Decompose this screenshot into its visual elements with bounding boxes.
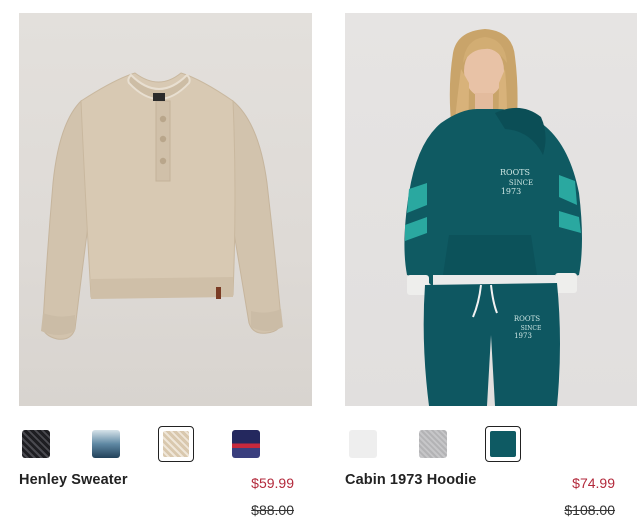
product-name[interactable]: Henley Sweater xyxy=(19,472,128,488)
original-price: $88.00 xyxy=(251,502,294,518)
original-price: $108.00 xyxy=(564,502,615,518)
sale-price: $74.99 xyxy=(572,475,615,491)
hoodie-model-illustration: ROOTS SINCE 1973 ROOTS SINCE 1973 xyxy=(404,29,582,406)
svg-text:ROOTS: ROOTS xyxy=(500,168,530,177)
svg-text:ROOTS: ROOTS xyxy=(514,315,540,323)
swatch-navy-red[interactable] xyxy=(232,430,260,458)
svg-text:SINCE: SINCE xyxy=(521,325,542,332)
svg-text:SINCE: SINCE xyxy=(509,179,533,187)
color-swatches xyxy=(19,426,312,462)
svg-text:1973: 1973 xyxy=(501,187,521,196)
color-swatches xyxy=(345,426,637,462)
product-image-cabin-1973-hoodie[interactable]: ROOTS SINCE 1973 ROOTS SINCE 1973 xyxy=(345,13,637,406)
swatch-dark-knit[interactable] xyxy=(22,430,50,458)
swatch-teal-selected[interactable] xyxy=(485,426,521,462)
swatch-beige-knit-selected[interactable] xyxy=(158,426,194,462)
product-name[interactable]: Cabin 1973 Hoodie xyxy=(345,472,476,488)
swatch-heather-grey[interactable] xyxy=(419,430,447,458)
svg-text:1973: 1973 xyxy=(514,332,532,340)
sale-price: $59.99 xyxy=(251,475,294,491)
product-image-henley-sweater[interactable] xyxy=(19,13,312,406)
swatch-blue-fade[interactable] xyxy=(92,430,120,458)
swatch-light-grey[interactable] xyxy=(349,430,377,458)
sweater-illustration xyxy=(41,72,283,340)
